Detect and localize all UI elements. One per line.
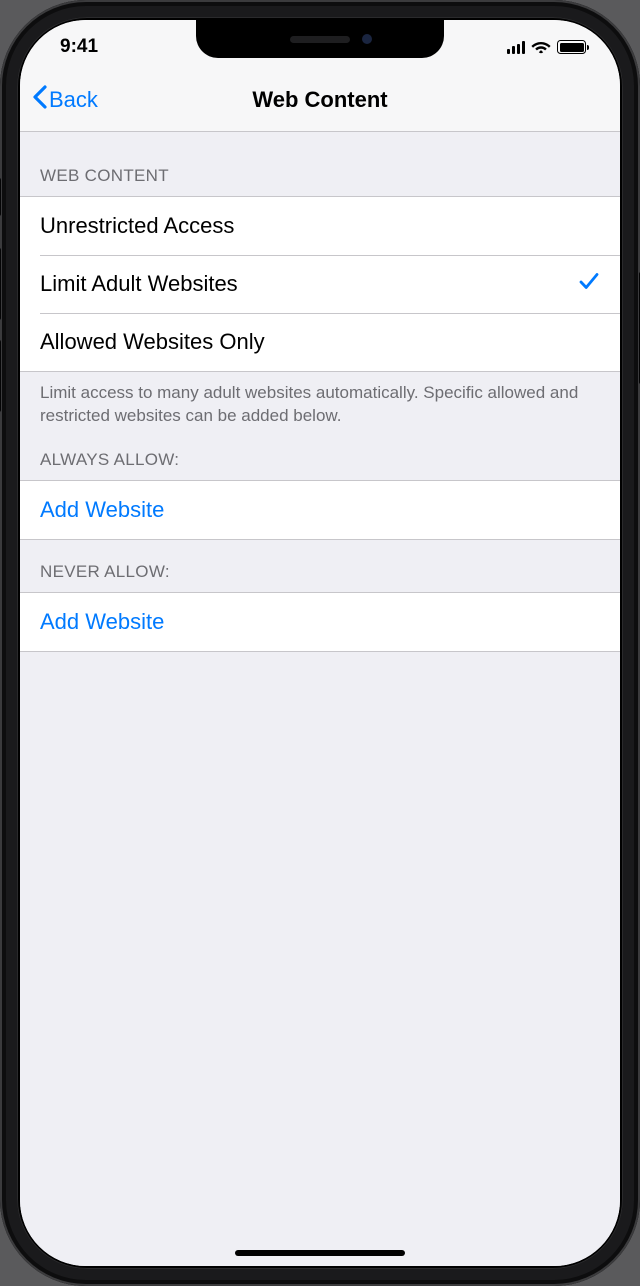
wifi-icon xyxy=(531,40,551,54)
add-website-never-allow-button[interactable]: Add Website xyxy=(20,593,620,651)
cellular-signal-icon xyxy=(507,41,526,54)
section-header-never-allow: NEVER ALLOW: xyxy=(20,540,620,592)
notch xyxy=(196,20,444,58)
chevron-left-icon xyxy=(32,85,47,115)
option-limit-adult-websites[interactable]: Limit Adult Websites xyxy=(20,255,620,313)
section-header-web-content: WEB CONTENT xyxy=(20,132,620,196)
checkmark-icon xyxy=(578,270,600,298)
side-button-volume-down xyxy=(0,340,1,412)
side-button-volume-up xyxy=(0,248,1,320)
phone-frame: 9:41 Bac xyxy=(0,0,640,1286)
add-website-always-allow-button[interactable]: Add Website xyxy=(20,481,620,539)
add-website-label: Add Website xyxy=(40,497,164,523)
screen: 9:41 Bac xyxy=(20,20,620,1266)
never-allow-list: Add Website xyxy=(20,592,620,652)
web-content-options-list: Unrestricted Access Limit Adult Websites… xyxy=(20,196,620,372)
always-allow-list: Add Website xyxy=(20,480,620,540)
settings-content[interactable]: WEB CONTENT Unrestricted Access Limit Ad… xyxy=(20,132,620,1266)
side-button-silence xyxy=(0,178,1,216)
section-footer-web-content: Limit access to many adult websites auto… xyxy=(20,372,620,428)
option-label: Unrestricted Access xyxy=(40,213,234,239)
section-header-always-allow: ALWAYS ALLOW: xyxy=(20,428,620,480)
back-label: Back xyxy=(49,87,98,113)
speaker-grille xyxy=(290,36,350,43)
nav-bar: Back Web Content xyxy=(20,68,620,132)
option-label: Allowed Websites Only xyxy=(40,329,265,355)
option-allowed-websites-only[interactable]: Allowed Websites Only xyxy=(20,313,620,371)
home-indicator[interactable] xyxy=(235,1250,405,1256)
battery-icon xyxy=(557,40,586,54)
page-title: Web Content xyxy=(20,87,620,113)
option-unrestricted-access[interactable]: Unrestricted Access xyxy=(20,197,620,255)
add-website-label: Add Website xyxy=(40,609,164,635)
back-button[interactable]: Back xyxy=(32,85,98,115)
front-camera xyxy=(362,34,372,44)
option-label: Limit Adult Websites xyxy=(40,271,238,297)
